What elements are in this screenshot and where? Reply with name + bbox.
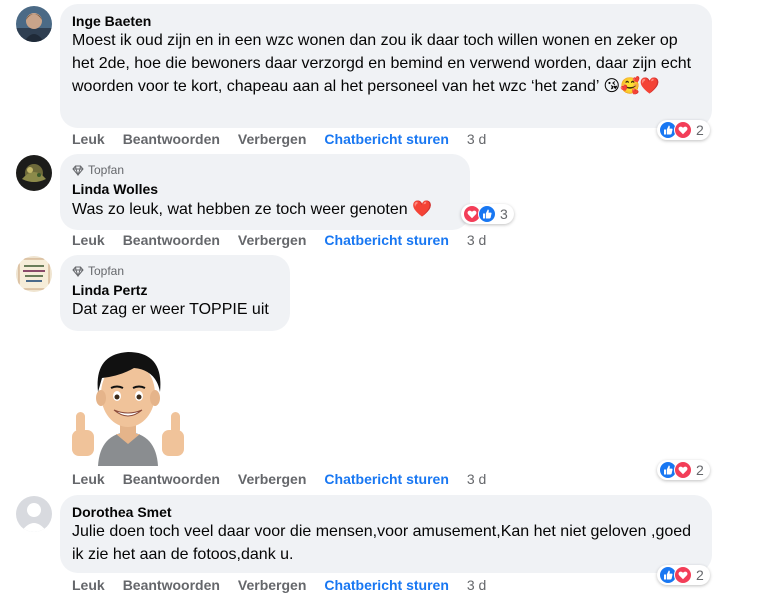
comment-text: Dat zag er weer TOPPIE uit (72, 301, 269, 318)
reaction-count: 3 (500, 206, 508, 222)
reaction-summary[interactable]: 2 (657, 120, 710, 140)
comment-emojis: 😘🥰❤️ (603, 76, 660, 95)
hide-button[interactable]: Verbergen (238, 577, 306, 593)
topfan-label: Topfan (88, 264, 125, 278)
comment-author[interactable]: Linda Pertz (72, 281, 278, 299)
reaction-count: 2 (696, 567, 704, 583)
like-button[interactable]: Leuk (72, 131, 105, 147)
diamond-icon (72, 165, 84, 176)
comment-text: Was zo leuk, wat hebben ze toch weer gen… (72, 199, 432, 218)
diamond-icon (72, 266, 84, 277)
hide-button[interactable]: Verbergen (238, 471, 306, 487)
comment-timestamp[interactable]: 3 d (467, 232, 486, 248)
comment-actions: Leuk Beantwoorden Verbergen Chatbericht … (72, 232, 504, 248)
comment-timestamp[interactable]: 3 d (467, 577, 486, 593)
like-reaction-icon (478, 205, 496, 223)
reply-button[interactable]: Beantwoorden (123, 577, 220, 593)
comment-bubble: Inge Baeten Moest ik oud zijn en in een … (60, 4, 712, 128)
comment-author[interactable]: Linda Wolles (72, 180, 458, 198)
comment-bubble: Dorothea Smet Julie doen toch veel daar … (60, 495, 712, 573)
comment-timestamp[interactable]: 3 d (467, 131, 486, 147)
avatar-linda-wolles[interactable] (16, 155, 52, 191)
avatar-dorothea-smet[interactable] (16, 496, 52, 532)
hide-button[interactable]: Verbergen (238, 232, 306, 248)
reaction-summary[interactable]: 3 (461, 204, 514, 224)
love-reaction-icon (674, 566, 692, 584)
reaction-summary[interactable]: 2 (657, 460, 710, 480)
topfan-label: Topfan (88, 163, 125, 177)
comment-bubble: Topfan Linda Pertz Dat zag er weer TOPPI… (60, 255, 290, 331)
love-reaction-icon (674, 121, 692, 139)
comment-text: Moest ik oud zijn en in een wzc wonen da… (72, 32, 692, 95)
reaction-count: 2 (696, 462, 704, 478)
comment-author[interactable]: Inge Baeten (72, 12, 700, 30)
comment-actions: Leuk Beantwoorden Verbergen Chatbericht … (72, 471, 504, 487)
comment-text: Julie doen toch veel daar voor die mense… (72, 523, 692, 563)
chat-message-button[interactable]: Chatbericht sturen (324, 232, 448, 248)
avatar-inge-baeten[interactable] (16, 6, 52, 42)
like-button[interactable]: Leuk (72, 232, 105, 248)
comment-actions: Leuk Beantwoorden Verbergen Chatbericht … (72, 131, 504, 147)
topfan-badge: Topfan (72, 162, 458, 178)
avatar-linda-pertz[interactable] (16, 256, 52, 292)
reply-button[interactable]: Beantwoorden (123, 131, 220, 147)
chat-message-button[interactable]: Chatbericht sturen (324, 577, 448, 593)
chat-message-button[interactable]: Chatbericht sturen (324, 471, 448, 487)
avatar-sticker-thumbs-up[interactable] (68, 348, 188, 466)
reaction-count: 2 (696, 122, 704, 138)
comment-bubble: Topfan Linda Wolles Was zo leuk, wat heb… (60, 154, 470, 230)
chat-message-button[interactable]: Chatbericht sturen (324, 131, 448, 147)
like-button[interactable]: Leuk (72, 471, 105, 487)
comment-timestamp[interactable]: 3 d (467, 471, 486, 487)
hide-button[interactable]: Verbergen (238, 131, 306, 147)
comment-actions: Leuk Beantwoorden Verbergen Chatbericht … (72, 577, 504, 593)
reply-button[interactable]: Beantwoorden (123, 471, 220, 487)
love-reaction-icon (674, 461, 692, 479)
comment-emojis: ❤️ (412, 199, 432, 218)
reply-button[interactable]: Beantwoorden (123, 232, 220, 248)
like-button[interactable]: Leuk (72, 577, 105, 593)
reaction-summary[interactable]: 2 (657, 565, 710, 585)
topfan-badge: Topfan (72, 263, 278, 279)
comment-author[interactable]: Dorothea Smet (72, 503, 700, 521)
